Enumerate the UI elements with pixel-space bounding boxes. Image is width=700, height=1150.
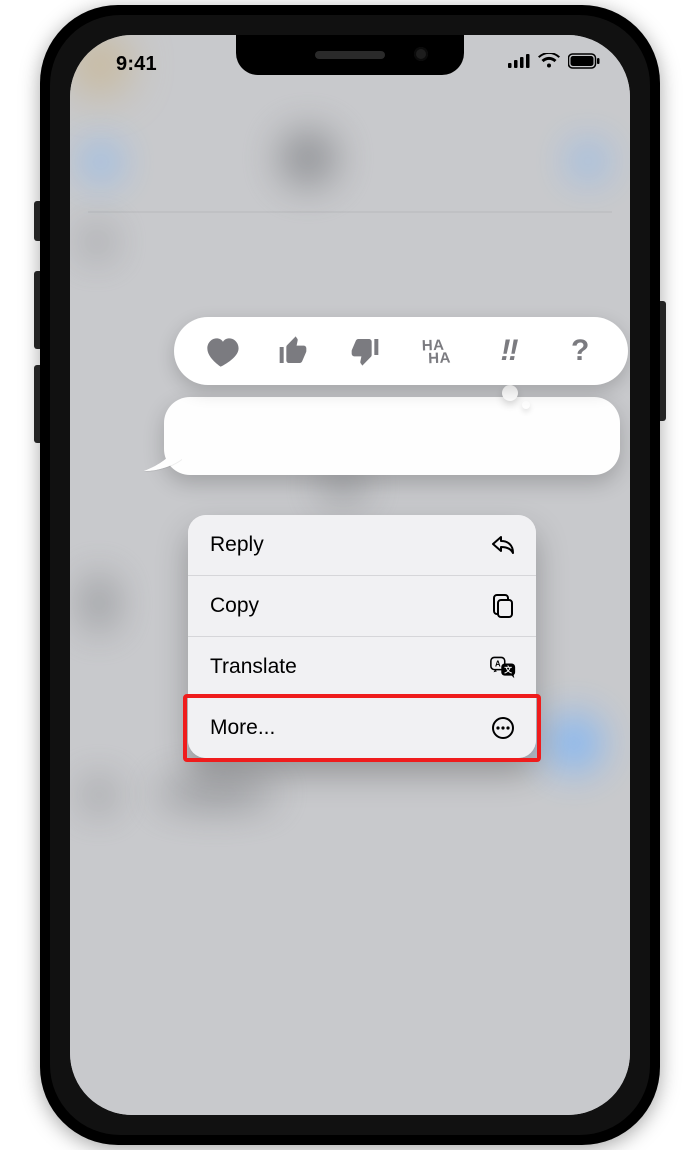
svg-text:A: A [495, 660, 501, 669]
iphone-frame: 9:41 [40, 5, 660, 1145]
volume-up-button [34, 271, 40, 349]
notch [236, 35, 464, 75]
power-button [660, 301, 666, 421]
cellular-icon [508, 54, 530, 68]
tapback-thumbs-up[interactable] [272, 330, 314, 372]
menu-item-copy[interactable]: Copy [188, 576, 536, 636]
menu-item-label: Translate [210, 655, 297, 679]
tapback-haha[interactable]: HA HA [416, 330, 458, 372]
front-camera [414, 47, 428, 61]
haha-text-bottom: HA [428, 351, 451, 365]
menu-item-translate[interactable]: Translate A 文 [188, 637, 536, 697]
tapback-exclaim[interactable]: !! [487, 330, 529, 372]
tapback-question[interactable]: ? [559, 330, 601, 372]
translate-icon: A 文 [490, 654, 516, 680]
tapback-heart[interactable] [201, 330, 243, 372]
menu-item-reply[interactable]: Reply [188, 515, 536, 575]
message-context-menu: Reply Copy Translate [188, 515, 536, 758]
question-text: ? [571, 334, 589, 368]
exclaim-text: !! [500, 334, 516, 368]
iphone-screen: 9:41 [70, 35, 630, 1115]
bubble-tail [142, 439, 182, 473]
selected-message-bubble[interactable] [140, 397, 620, 475]
svg-text:文: 文 [504, 665, 512, 675]
more-icon [490, 715, 516, 741]
battery-icon [568, 53, 600, 69]
menu-item-more[interactable]: More... [188, 698, 536, 758]
tapback-tail-dot-small [522, 401, 530, 409]
menu-item-label: Reply [210, 533, 264, 557]
mute-switch [34, 201, 40, 241]
menu-item-label: More... [210, 716, 275, 740]
speaker-grille [315, 51, 385, 59]
menu-item-label: Copy [210, 594, 259, 618]
iphone-bezel: 9:41 [50, 15, 650, 1135]
tapback-thumbs-down[interactable] [344, 330, 386, 372]
reply-icon [490, 532, 516, 558]
copy-icon [490, 593, 516, 619]
volume-down-button [34, 365, 40, 443]
status-time: 9:41 [116, 53, 157, 76]
tapback-bar: HA HA !! ? [174, 317, 628, 385]
wifi-icon [538, 53, 560, 69]
tapback-tail-dot [502, 385, 518, 401]
